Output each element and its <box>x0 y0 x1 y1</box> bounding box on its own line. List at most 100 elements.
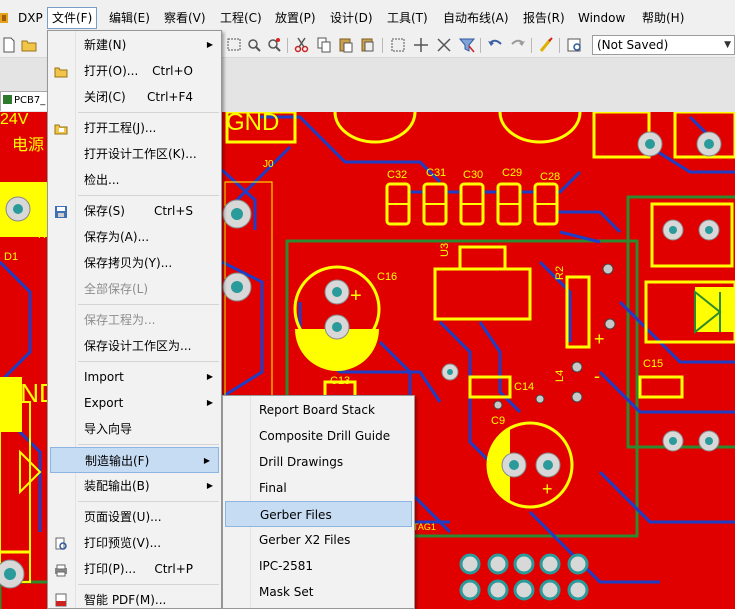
menu-item-fabrication-outputs[interactable]: 制造输出(F) ▶ <box>50 447 219 473</box>
open-folder-icon[interactable] <box>20 36 38 54</box>
fabrication-outputs-submenu: Report Board Stack Composite Drill Guide… <box>222 395 415 609</box>
menu-bar: DXP 文件(F) 编辑(E) 察看(V) 工程(C) 放置(P) 设计(D) … <box>0 0 735 33</box>
menu-item-label: 新建(N) <box>84 38 127 52</box>
menu-item-label: 保存工程为... <box>84 313 156 327</box>
toolbar-separator <box>382 38 383 53</box>
menu-window[interactable]: Window <box>574 8 629 28</box>
menu-item-import-wizard[interactable]: 导入向导 <box>78 416 221 442</box>
copy-icon[interactable] <box>315 36 333 54</box>
menu-item-save-as[interactable]: 保存为(A)... <box>78 224 221 250</box>
submenu-arrow-icon: ▶ <box>206 481 213 490</box>
submenu-arrow-icon: ▶ <box>206 40 213 49</box>
menu-item-print[interactable]: 打印(P)... Ctrl+P <box>78 556 221 582</box>
open-folder-icon <box>54 67 68 78</box>
menu-item-print-preview[interactable]: 打印预览(V)... <box>78 530 221 556</box>
menu-item-new[interactable]: 新建(N) ▶ <box>78 32 221 58</box>
silk-label: C9 <box>491 415 505 427</box>
menu-item-label: 保存为(A)... <box>84 230 150 244</box>
undo-icon[interactable] <box>486 36 504 54</box>
open-project-icon <box>54 124 68 135</box>
menu-item-gerber-x2-files[interactable]: Gerber X2 Files <box>225 527 412 553</box>
menu-separator <box>78 444 219 445</box>
zoom-area-icon[interactable] <box>226 36 244 54</box>
menu-item-save-copy-as[interactable]: 保存拷贝为(Y)... <box>78 250 221 276</box>
menu-place[interactable]: 放置(P) <box>271 8 320 28</box>
move-icon[interactable] <box>412 36 430 54</box>
menu-item-shortcut: Ctrl+P <box>154 562 193 576</box>
menu-item-open[interactable]: 打开(O)... Ctrl+O <box>78 58 221 84</box>
menu-item-save-all: 全部保存(L) <box>78 276 221 302</box>
menu-item-mask-set[interactable]: Mask Set <box>225 579 412 605</box>
menu-item-export[interactable]: Export ▶ <box>78 390 221 416</box>
menu-item-final[interactable]: Final <box>225 475 412 501</box>
clear-filter-icon[interactable] <box>458 36 476 54</box>
menu-item-label: Gerber X2 Files <box>259 533 351 547</box>
paste-icon[interactable] <box>337 36 355 54</box>
menu-item-shortcut: Ctrl+O <box>152 64 193 78</box>
toolbar-separator <box>480 38 481 53</box>
menu-item-label: 检出... <box>84 173 120 187</box>
silk-label: C29 <box>502 167 522 179</box>
menu-item-smart-pdf[interactable]: 智能 PDF(M)... <box>78 587 221 609</box>
menu-item-label: 保存拷贝为(Y)... <box>84 256 173 270</box>
silk-label: C28 <box>540 171 560 183</box>
menu-item-open-workspace[interactable]: 打开设计工作区(K)... <box>78 141 221 167</box>
menu-item-assembly-outputs[interactable]: 装配输出(B) ▶ <box>78 473 221 499</box>
menu-design[interactable]: 设计(D) <box>326 8 377 28</box>
save-disk-icon <box>55 206 67 218</box>
menu-item-label: 制造输出(F) <box>85 454 150 468</box>
menu-item-label: Report Board Stack <box>259 403 375 417</box>
menu-item-gerber-files[interactable]: Gerber Files <box>225 501 412 527</box>
menu-project[interactable]: 工程(C) <box>216 8 266 28</box>
menu-item-save[interactable]: 保存(S) Ctrl+S <box>78 198 221 224</box>
menu-item-import[interactable]: Import ▶ <box>78 364 221 390</box>
menu-item-label: 智能 PDF(M)... <box>84 593 167 607</box>
menu-item-ipc-2581[interactable]: IPC-2581 <box>225 553 412 579</box>
menu-item-page-setup[interactable]: 页面设置(U)... <box>78 504 221 530</box>
menu-dxp[interactable]: DXP <box>14 8 47 28</box>
toolbar-separator <box>559 38 560 53</box>
menu-item-open-project[interactable]: 打开工程(J)... <box>78 115 221 141</box>
deselect-icon[interactable] <box>435 36 453 54</box>
menu-item-close[interactable]: 关闭(C) Ctrl+F4 <box>78 84 221 110</box>
browse-components-icon[interactable] <box>566 36 584 54</box>
silk-label: J0 <box>263 159 274 170</box>
tab-pcb-document[interactable]: PCB7_ <box>0 91 52 111</box>
zoom-filtered-icon[interactable] <box>265 36 283 54</box>
select-area-icon[interactable] <box>389 36 407 54</box>
menu-tools[interactable]: 工具(T) <box>383 8 432 28</box>
menu-item-checkout[interactable]: 检出... <box>78 167 221 193</box>
menu-item-label: 全部保存(L) <box>84 282 149 296</box>
menu-edit[interactable]: 编辑(E) <box>105 8 154 28</box>
menu-item-label: 打开设计工作区(K)... <box>84 147 197 161</box>
menu-separator <box>78 304 219 305</box>
highlight-brush-icon[interactable] <box>537 36 555 54</box>
zoom-selected-icon[interactable] <box>245 36 263 54</box>
menu-reports[interactable]: 报告(R) <box>519 8 569 28</box>
menu-item-save-workspace-as[interactable]: 保存设计工作区为... <box>78 333 221 359</box>
menu-view[interactable]: 察看(V) <box>160 8 210 28</box>
silk-label: R2 <box>554 266 566 280</box>
document-select[interactable]: (Not Saved) ▼ <box>592 35 735 55</box>
menu-item-label: Composite Drill Guide <box>259 429 391 443</box>
redo-icon[interactable] <box>509 36 527 54</box>
menu-separator <box>78 361 219 362</box>
silk-label: U3 <box>439 243 451 257</box>
menu-item-report-board-stack[interactable]: Report Board Stack <box>225 397 412 423</box>
cut-icon[interactable] <box>293 36 311 54</box>
menu-help[interactable]: 帮助(H) <box>638 8 688 28</box>
menu-item-label: Export <box>84 396 124 410</box>
menu-autoroute[interactable]: 自动布线(A) <box>439 8 513 28</box>
menu-separator <box>78 584 219 585</box>
new-document-icon[interactable] <box>0 36 18 54</box>
rubber-stamp-icon[interactable] <box>359 36 377 54</box>
menu-file[interactable]: 文件(F) <box>47 7 98 29</box>
menu-item-label: 保存(S) <box>84 204 125 218</box>
menu-item-composite-drill-guide[interactable]: Composite Drill Guide <box>225 423 412 449</box>
menu-item-label: 装配输出(B) <box>84 479 150 493</box>
tab-pcb-document-label: PCB7_ <box>14 95 46 106</box>
menu-item-drill-drawings[interactable]: Drill Drawings <box>225 449 412 475</box>
silk-label: + <box>350 285 362 307</box>
silk-label: 24V <box>0 112 29 128</box>
document-select-value: (Not Saved) <box>597 38 669 52</box>
